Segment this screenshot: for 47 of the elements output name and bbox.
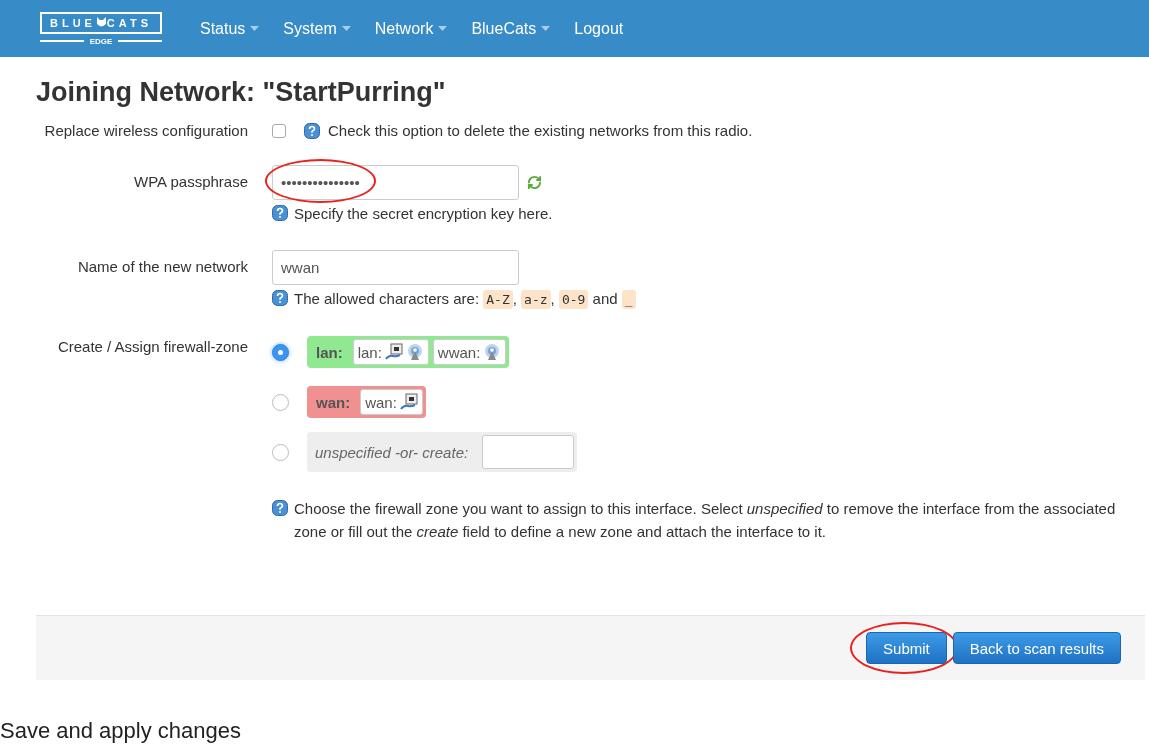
checkbox[interactable]: [272, 123, 286, 138]
hint-text: Check this option to delete the existing networks from this radio.: [328, 122, 753, 139]
back-button[interactable]: Back to scan results: [952, 632, 1121, 664]
menu-item[interactable]: Network: [374, 19, 448, 38]
network-name-field[interactable]: wwan: [272, 250, 519, 285]
radio-button[interactable]: [272, 393, 289, 411]
zone-name: lan:: [315, 343, 344, 361]
field-label: WPA passphrase: [133, 172, 248, 190]
wireless-icon: [483, 343, 502, 361]
logo-subtitle: EDGE: [89, 36, 113, 46]
field-label: Create / Assign firewall-zone: [56, 337, 248, 355]
create-zone-label: unspecified -or- create:: [315, 443, 469, 461]
menu-item[interactable]: Status: [200, 19, 260, 38]
zone-name-field[interactable]: [482, 435, 575, 469]
refresh-icon[interactable]: [527, 175, 542, 190]
hint-text: The allowed characters are: A-Z , a-z , 0-9 and _: [294, 290, 636, 307]
submit-button[interactable]: Submit: [866, 632, 947, 664]
field-label: Replace wireless configuration: [43, 122, 248, 139]
menu-item[interactable]: BlueCats: [471, 19, 551, 38]
logo-text: BLUE: [50, 16, 96, 29]
caption: Save and apply changes: [0, 718, 242, 744]
help-icon: [272, 290, 288, 306]
radio-button[interactable]: [272, 443, 289, 461]
network-tag: wan:: [360, 389, 423, 415]
hint-text: Specify the secret encryption key here.: [294, 205, 553, 222]
menu-item[interactable]: Logout: [574, 19, 624, 38]
zone-name: wan:: [315, 393, 352, 411]
network-tag: wwan:: [432, 339, 507, 365]
ethernet-port-icon: [384, 343, 403, 361]
caret-icon: [250, 26, 260, 31]
wireless-icon: [405, 343, 424, 361]
help-icon: [272, 205, 288, 221]
page-title: Joining Network: "StartPurring": [36, 77, 447, 108]
caret-icon: [438, 26, 448, 31]
ethernet-port-icon: [399, 393, 418, 411]
caret-icon: [541, 26, 551, 31]
hint-text: Choose the firewall zone you want to assign to this interface. Select unspecified to remove the interface from the associated zone or fill out the create field to define a new zone and attach the interface to it.: [294, 499, 1117, 542]
caret-icon: [341, 26, 351, 31]
passphrase-field[interactable]: •••••••••••••••: [272, 165, 519, 200]
field-label: Name of the new network: [76, 257, 248, 275]
help-icon: [304, 122, 320, 139]
logo-text: CATS: [106, 16, 152, 29]
network-tag: lan:: [352, 339, 429, 365]
radio-button[interactable]: [272, 343, 289, 361]
cat-head-icon: [95, 17, 107, 28]
menu-item[interactable]: System: [283, 19, 351, 38]
help-icon: [272, 500, 288, 516]
